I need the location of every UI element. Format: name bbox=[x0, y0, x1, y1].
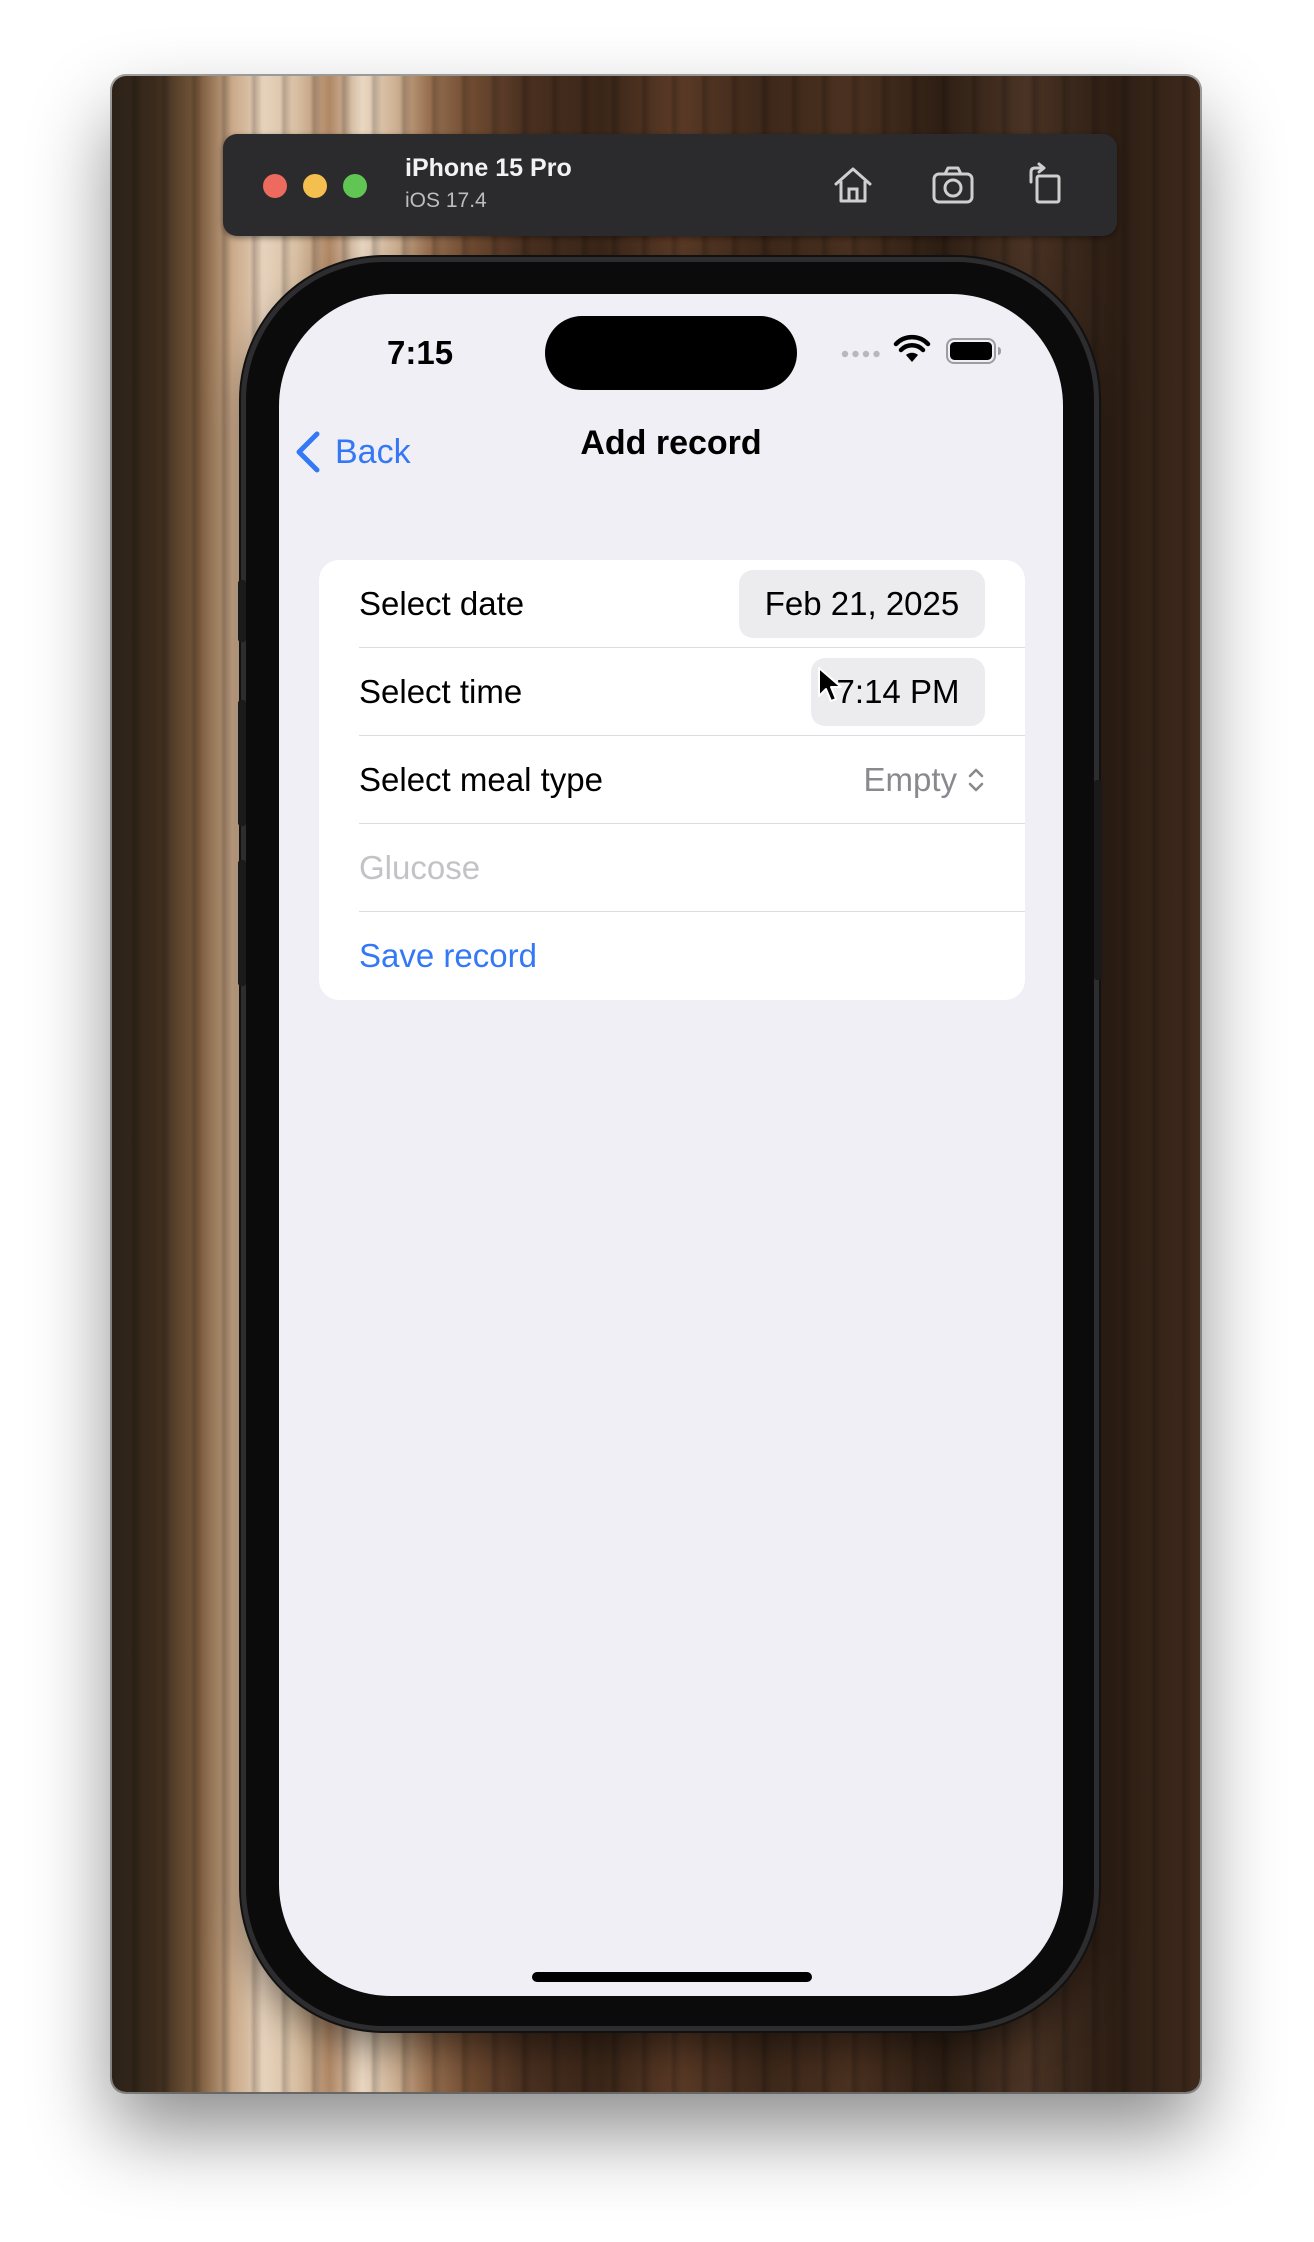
desktop: iPhone 15 Pro iOS 17.4 7:15 Back Add rec… bbox=[0, 0, 1314, 2242]
screenshot-icon[interactable] bbox=[930, 162, 976, 208]
volume-up-button[interactable] bbox=[238, 700, 246, 826]
glucose-row bbox=[319, 824, 1025, 912]
power-button[interactable] bbox=[1094, 780, 1102, 980]
simulator-toolbar: iPhone 15 Pro iOS 17.4 bbox=[223, 134, 1117, 236]
home-icon[interactable] bbox=[830, 162, 876, 208]
save-row: Save record bbox=[319, 912, 1025, 1000]
date-picker-button[interactable]: Feb 21, 2025 bbox=[739, 570, 985, 638]
date-label: Select date bbox=[359, 585, 525, 622]
phone-screen: 7:15 Back Add record Select date Feb 21,… bbox=[279, 294, 1063, 1996]
device-name: iPhone 15 Pro bbox=[405, 154, 572, 182]
dynamic-island bbox=[545, 316, 797, 390]
home-indicator[interactable] bbox=[532, 1972, 812, 1982]
minimize-window-button[interactable] bbox=[303, 174, 327, 198]
battery-icon bbox=[946, 338, 1001, 364]
close-window-button[interactable] bbox=[263, 174, 287, 198]
rotate-icon[interactable] bbox=[1023, 162, 1069, 208]
cellular-icon bbox=[841, 350, 880, 358]
meal-type-picker[interactable]: Empty bbox=[863, 736, 985, 824]
zoom-window-button[interactable] bbox=[343, 174, 367, 198]
time-row: Select time 7:14 PM bbox=[319, 648, 1025, 736]
volume-down-button[interactable] bbox=[238, 860, 246, 986]
chevron-up-down-icon bbox=[968, 768, 984, 792]
wifi-icon bbox=[893, 334, 931, 362]
status-time: 7:15 bbox=[387, 334, 454, 371]
device-os-version: iOS 17.4 bbox=[405, 189, 487, 212]
meal-type-row: Select meal type Empty bbox=[319, 736, 1025, 824]
glucose-input[interactable] bbox=[359, 824, 979, 912]
save-record-button[interactable]: Save record bbox=[359, 912, 537, 1000]
meal-type-label: Select meal type bbox=[359, 761, 603, 798]
meal-type-value: Empty bbox=[863, 761, 957, 798]
time-label: Select time bbox=[359, 673, 523, 710]
date-row: Select date Feb 21, 2025 bbox=[319, 560, 1025, 648]
page-title: Add record bbox=[580, 424, 762, 462]
mouse-pointer-icon bbox=[818, 667, 842, 702]
action-button[interactable] bbox=[238, 580, 246, 642]
record-form: Select date Feb 21, 2025 Select time 7:1… bbox=[319, 560, 1025, 1000]
